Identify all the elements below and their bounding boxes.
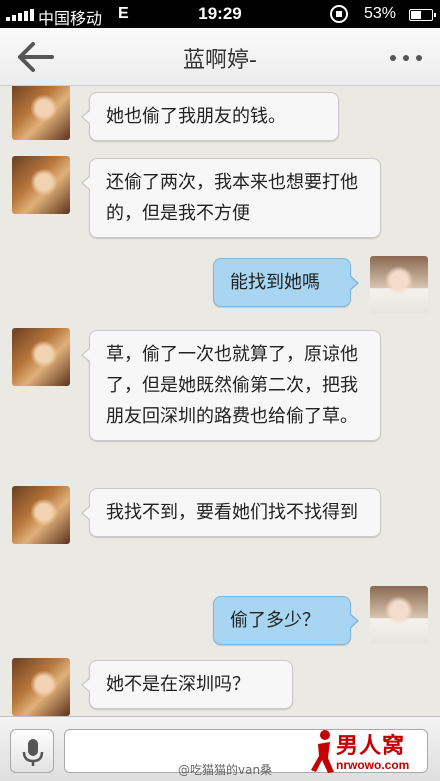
user-avatar[interactable] (370, 256, 428, 314)
running-figure-icon (311, 730, 334, 773)
message-bubble[interactable]: 我找不到，要看她们找不找得到 (81, 488, 381, 537)
logo-domain: nrwowo.com (336, 758, 410, 772)
message-row: 我找不到，要看她们找不找得到 (0, 486, 440, 576)
message-row: 她也偷了我朋友的钱。 (0, 86, 440, 146)
message-bubble[interactable]: 她不是在深圳吗？ (81, 660, 293, 709)
microphone-icon (22, 739, 44, 766)
more-button[interactable] (384, 40, 428, 74)
rotation-lock-icon (330, 5, 348, 23)
message-row: 偷了多少？ (0, 586, 440, 648)
status-bar: 中国移动 E 19:29 53% (0, 0, 440, 28)
voice-button[interactable] (10, 729, 54, 773)
user-avatar[interactable] (370, 586, 428, 644)
site-logo: 男人窝 nrwowo.com (310, 728, 434, 778)
chat-header: 蓝啊婷- (0, 28, 440, 86)
message-bubble[interactable]: 偷了多少？ (213, 596, 359, 645)
back-button[interactable] (10, 36, 60, 78)
message-bubble[interactable]: 还偷了两次，我本来也想要打他的，但是我不方便 (81, 158, 381, 238)
chat-title: 蓝啊婷- (183, 48, 257, 73)
contact-avatar[interactable] (12, 486, 70, 544)
contact-avatar[interactable] (12, 328, 70, 386)
logo-brand: 男人窝 (336, 734, 406, 759)
message-row: 草，偷了一次也就算了，原谅他了，但是她既然偷第二次，把我朋友回深圳的路费也给偷了… (0, 328, 440, 478)
arrow-left-icon (18, 42, 54, 72)
contact-avatar[interactable] (12, 658, 70, 716)
message-bubble[interactable]: 她也偷了我朋友的钱。 (81, 92, 339, 141)
message-bubble[interactable]: 草，偷了一次也就算了，原谅他了，但是她既然偷第二次，把我朋友回深圳的路费也给偷了… (81, 330, 381, 441)
message-row: 还偷了两次，我本来也想要打他的，但是我不方便 (0, 156, 440, 246)
message-row: 能找到她嗎 (0, 256, 440, 318)
battery-icon (409, 9, 436, 21)
battery-percent: 53% (364, 5, 397, 22)
message-bubble[interactable]: 能找到她嗎 (213, 258, 359, 307)
watermark-text: @吃猫猫的van桑 (178, 763, 273, 777)
message-row: 她不是在深圳吗？ (0, 658, 440, 716)
contact-avatar[interactable] (12, 86, 70, 140)
contact-avatar[interactable] (12, 156, 70, 214)
chat-area[interactable]: 她也偷了我朋友的钱。 还偷了两次，我本来也想要打他的，但是我不方便 能找到她嗎 … (0, 86, 440, 716)
